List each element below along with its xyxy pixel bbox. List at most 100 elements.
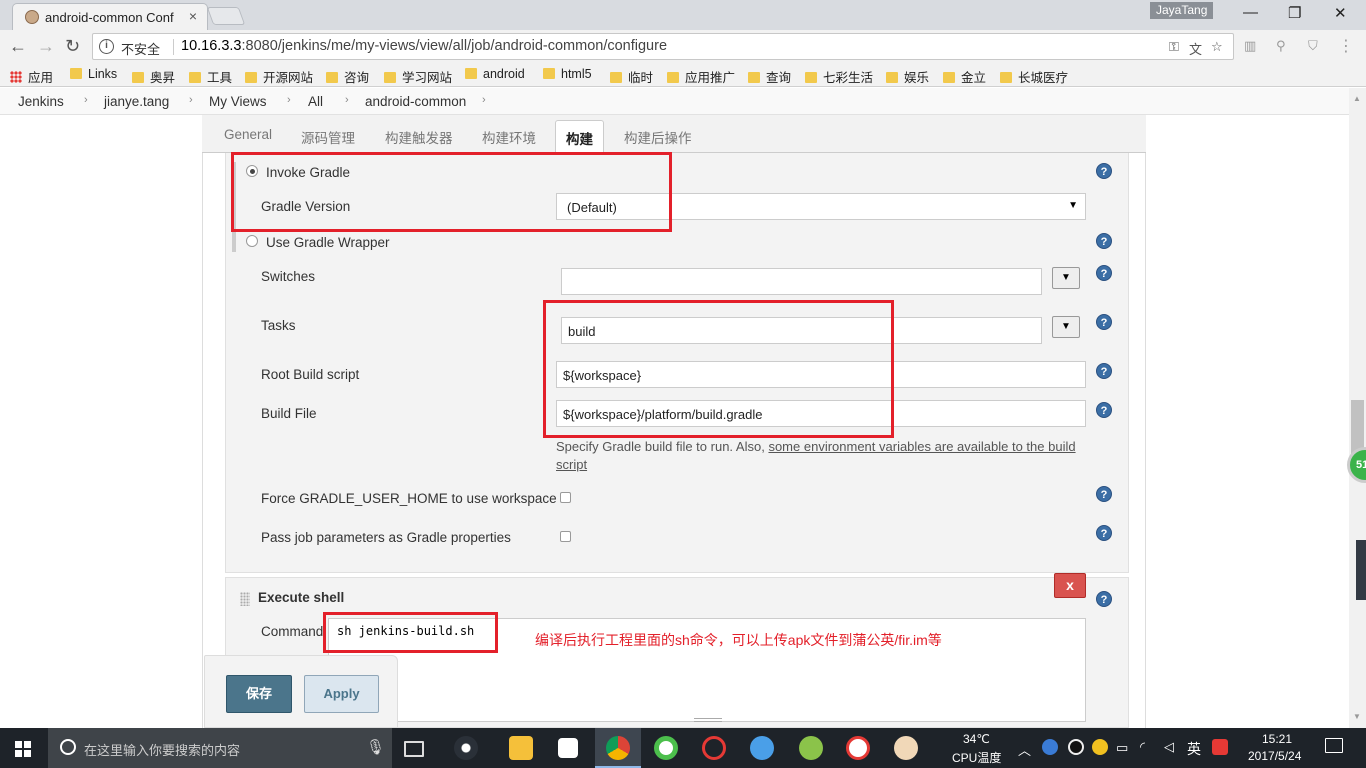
- back-arrow-icon[interactable]: ←: [9, 36, 27, 57]
- extension-tool-icon[interactable]: ⚲: [1276, 38, 1292, 54]
- help-icon[interactable]: ?: [1096, 525, 1112, 541]
- profile-name[interactable]: JayaTang: [1150, 2, 1214, 19]
- bookmark-star-icon[interactable]: ☆: [1211, 39, 1223, 55]
- chrome-icon[interactable]: [606, 736, 630, 760]
- qq-icon[interactable]: [1068, 739, 1084, 755]
- wechat-icon[interactable]: [654, 736, 678, 760]
- breadcrumb-arrow-icon[interactable]: ›: [482, 94, 486, 106]
- tray-expand-icon[interactable]: ︿: [1018, 740, 1031, 759]
- microphone-icon[interactable]: 🎙: [366, 738, 385, 756]
- help-icon[interactable]: ?: [1096, 486, 1112, 502]
- forward-arrow-icon[interactable]: →: [37, 36, 55, 57]
- breadcrumb-arrow-icon[interactable]: ›: [189, 94, 193, 106]
- bookmark-apps[interactable]: 应用: [10, 67, 53, 86]
- breadcrumb-user[interactable]: jianye.tang: [104, 94, 169, 109]
- bookmark-open-source[interactable]: 开源网站: [245, 67, 313, 86]
- windows-start-icon[interactable]: [15, 741, 31, 757]
- help-icon[interactable]: ?: [1096, 163, 1112, 179]
- menu-kebab-icon[interactable]: ⋮: [1338, 36, 1354, 55]
- tab-build[interactable]: 构建: [555, 120, 604, 154]
- tab-post-build[interactable]: 构建后操作: [624, 127, 692, 147]
- reload-icon[interactable]: ↻: [65, 36, 80, 57]
- breadcrumb-jenkins[interactable]: Jenkins: [18, 94, 64, 109]
- drag-handle-icon[interactable]: [240, 592, 250, 606]
- avatar-app-icon[interactable]: [894, 736, 918, 760]
- tab-source-control[interactable]: 源码管理: [301, 127, 355, 147]
- extension-shield-icon[interactable]: ⛉: [1308, 38, 1324, 54]
- address-bar[interactable]: i 不安全 10.16.3.3:8080/jenkins/me/my-views…: [92, 33, 1234, 60]
- bookmark-tools[interactable]: 工具: [189, 67, 232, 86]
- bookmark-great-wall[interactable]: 长城医疗: [1000, 67, 1068, 86]
- pinwheel-app-icon[interactable]: [454, 736, 478, 760]
- delete-step-button[interactable]: x: [1054, 573, 1086, 598]
- tab-general[interactable]: General: [224, 127, 272, 142]
- bookmark-android[interactable]: android: [465, 67, 525, 81]
- wifi-icon[interactable]: ◜: [1140, 739, 1145, 755]
- breadcrumb-all[interactable]: All: [308, 94, 323, 109]
- tab-build-triggers[interactable]: 构建触发器: [385, 127, 453, 147]
- bookmark-app-promo[interactable]: 应用推广: [667, 67, 735, 86]
- help-icon[interactable]: ?: [1096, 402, 1112, 418]
- tab-build-environment[interactable]: 构建环境: [482, 127, 536, 147]
- bookmark-temp[interactable]: 临时: [610, 67, 653, 86]
- scroll-up-icon[interactable]: ▲: [1353, 94, 1361, 103]
- browser-tab[interactable]: android-common Conf ×: [12, 3, 208, 30]
- save-button[interactable]: 保存: [226, 675, 292, 713]
- bookmark-html5[interactable]: html5: [543, 67, 592, 81]
- snail-app-icon[interactable]: [846, 736, 870, 760]
- bookmark-learning[interactable]: 学习网站: [384, 67, 452, 86]
- clock-time[interactable]: 15:21: [1262, 732, 1292, 746]
- site-info-icon[interactable]: i: [99, 39, 114, 54]
- breadcrumb-arrow-icon[interactable]: ›: [345, 94, 349, 106]
- battery-icon[interactable]: ▭: [1116, 740, 1128, 756]
- red-app-icon[interactable]: [702, 736, 726, 760]
- new-tab-button[interactable]: [206, 7, 246, 25]
- paper-plane-icon[interactable]: [750, 736, 774, 760]
- clock-date[interactable]: 2017/5/24: [1248, 749, 1301, 763]
- switches-expand-button[interactable]: ▼: [1052, 267, 1080, 289]
- help-icon[interactable]: ?: [1096, 265, 1112, 281]
- use-gradle-wrapper-radio[interactable]: [246, 235, 258, 247]
- window-minimize-button[interactable]: —: [1243, 4, 1258, 21]
- switches-input[interactable]: [561, 268, 1042, 295]
- tray-app-icon[interactable]: [1042, 739, 1058, 755]
- task-view-icon[interactable]: [404, 741, 424, 757]
- bookmark-entertainment[interactable]: 娱乐: [886, 67, 929, 86]
- tasks-expand-button[interactable]: ▼: [1052, 316, 1080, 338]
- tab-close-icon[interactable]: ×: [189, 8, 197, 24]
- ime-indicator[interactable]: 英: [1187, 739, 1201, 759]
- bookmark-query[interactable]: 查询: [748, 67, 791, 86]
- scroll-down-icon[interactable]: ▼: [1353, 712, 1361, 721]
- file-explorer-icon[interactable]: [509, 736, 533, 760]
- pass-job-params-checkbox[interactable]: [560, 531, 571, 542]
- help-icon[interactable]: ?: [1096, 363, 1112, 379]
- side-widget[interactable]: [1356, 540, 1366, 600]
- bookmark-colorful-life[interactable]: 七彩生活: [805, 67, 873, 86]
- key-icon[interactable]: ⚿: [1169, 39, 1179, 55]
- help-icon[interactable]: ?: [1096, 591, 1112, 607]
- notification-icon[interactable]: [1325, 738, 1343, 753]
- help-icon[interactable]: ?: [1096, 314, 1112, 330]
- android-studio-icon[interactable]: [799, 736, 823, 760]
- extension-reader-icon[interactable]: ▥: [1244, 38, 1260, 54]
- sogou-icon[interactable]: [1212, 739, 1228, 755]
- bookmark-links[interactable]: Links: [70, 67, 117, 81]
- store-icon[interactable]: [558, 738, 578, 758]
- breadcrumb-arrow-icon[interactable]: ›: [84, 94, 88, 106]
- apply-button[interactable]: Apply: [304, 675, 379, 713]
- breadcrumb-job[interactable]: android-common: [365, 94, 466, 109]
- url-text[interactable]: 10.16.3.3:8080/jenkins/me/my-views/view/…: [181, 38, 667, 54]
- bookmark-aosheng[interactable]: 奥昇: [132, 67, 175, 86]
- tray-plus-icon[interactable]: [1092, 739, 1108, 755]
- force-gradle-home-checkbox[interactable]: [560, 492, 571, 503]
- help-icon[interactable]: ?: [1096, 233, 1112, 249]
- breadcrumb-arrow-icon[interactable]: ›: [287, 94, 291, 106]
- translate-icon[interactable]: 文: [1189, 39, 1202, 58]
- window-close-button[interactable]: ✕: [1334, 4, 1347, 22]
- volume-icon[interactable]: ◁: [1164, 739, 1174, 755]
- bookmark-consult[interactable]: 咨询: [326, 67, 369, 86]
- textarea-resize-handle[interactable]: [694, 718, 722, 722]
- taskbar-search[interactable]: 在这里输入你要搜索的内容 🎙: [48, 728, 392, 768]
- window-restore-button[interactable]: ❐: [1288, 4, 1301, 22]
- bookmark-gionee[interactable]: 金立: [943, 67, 986, 86]
